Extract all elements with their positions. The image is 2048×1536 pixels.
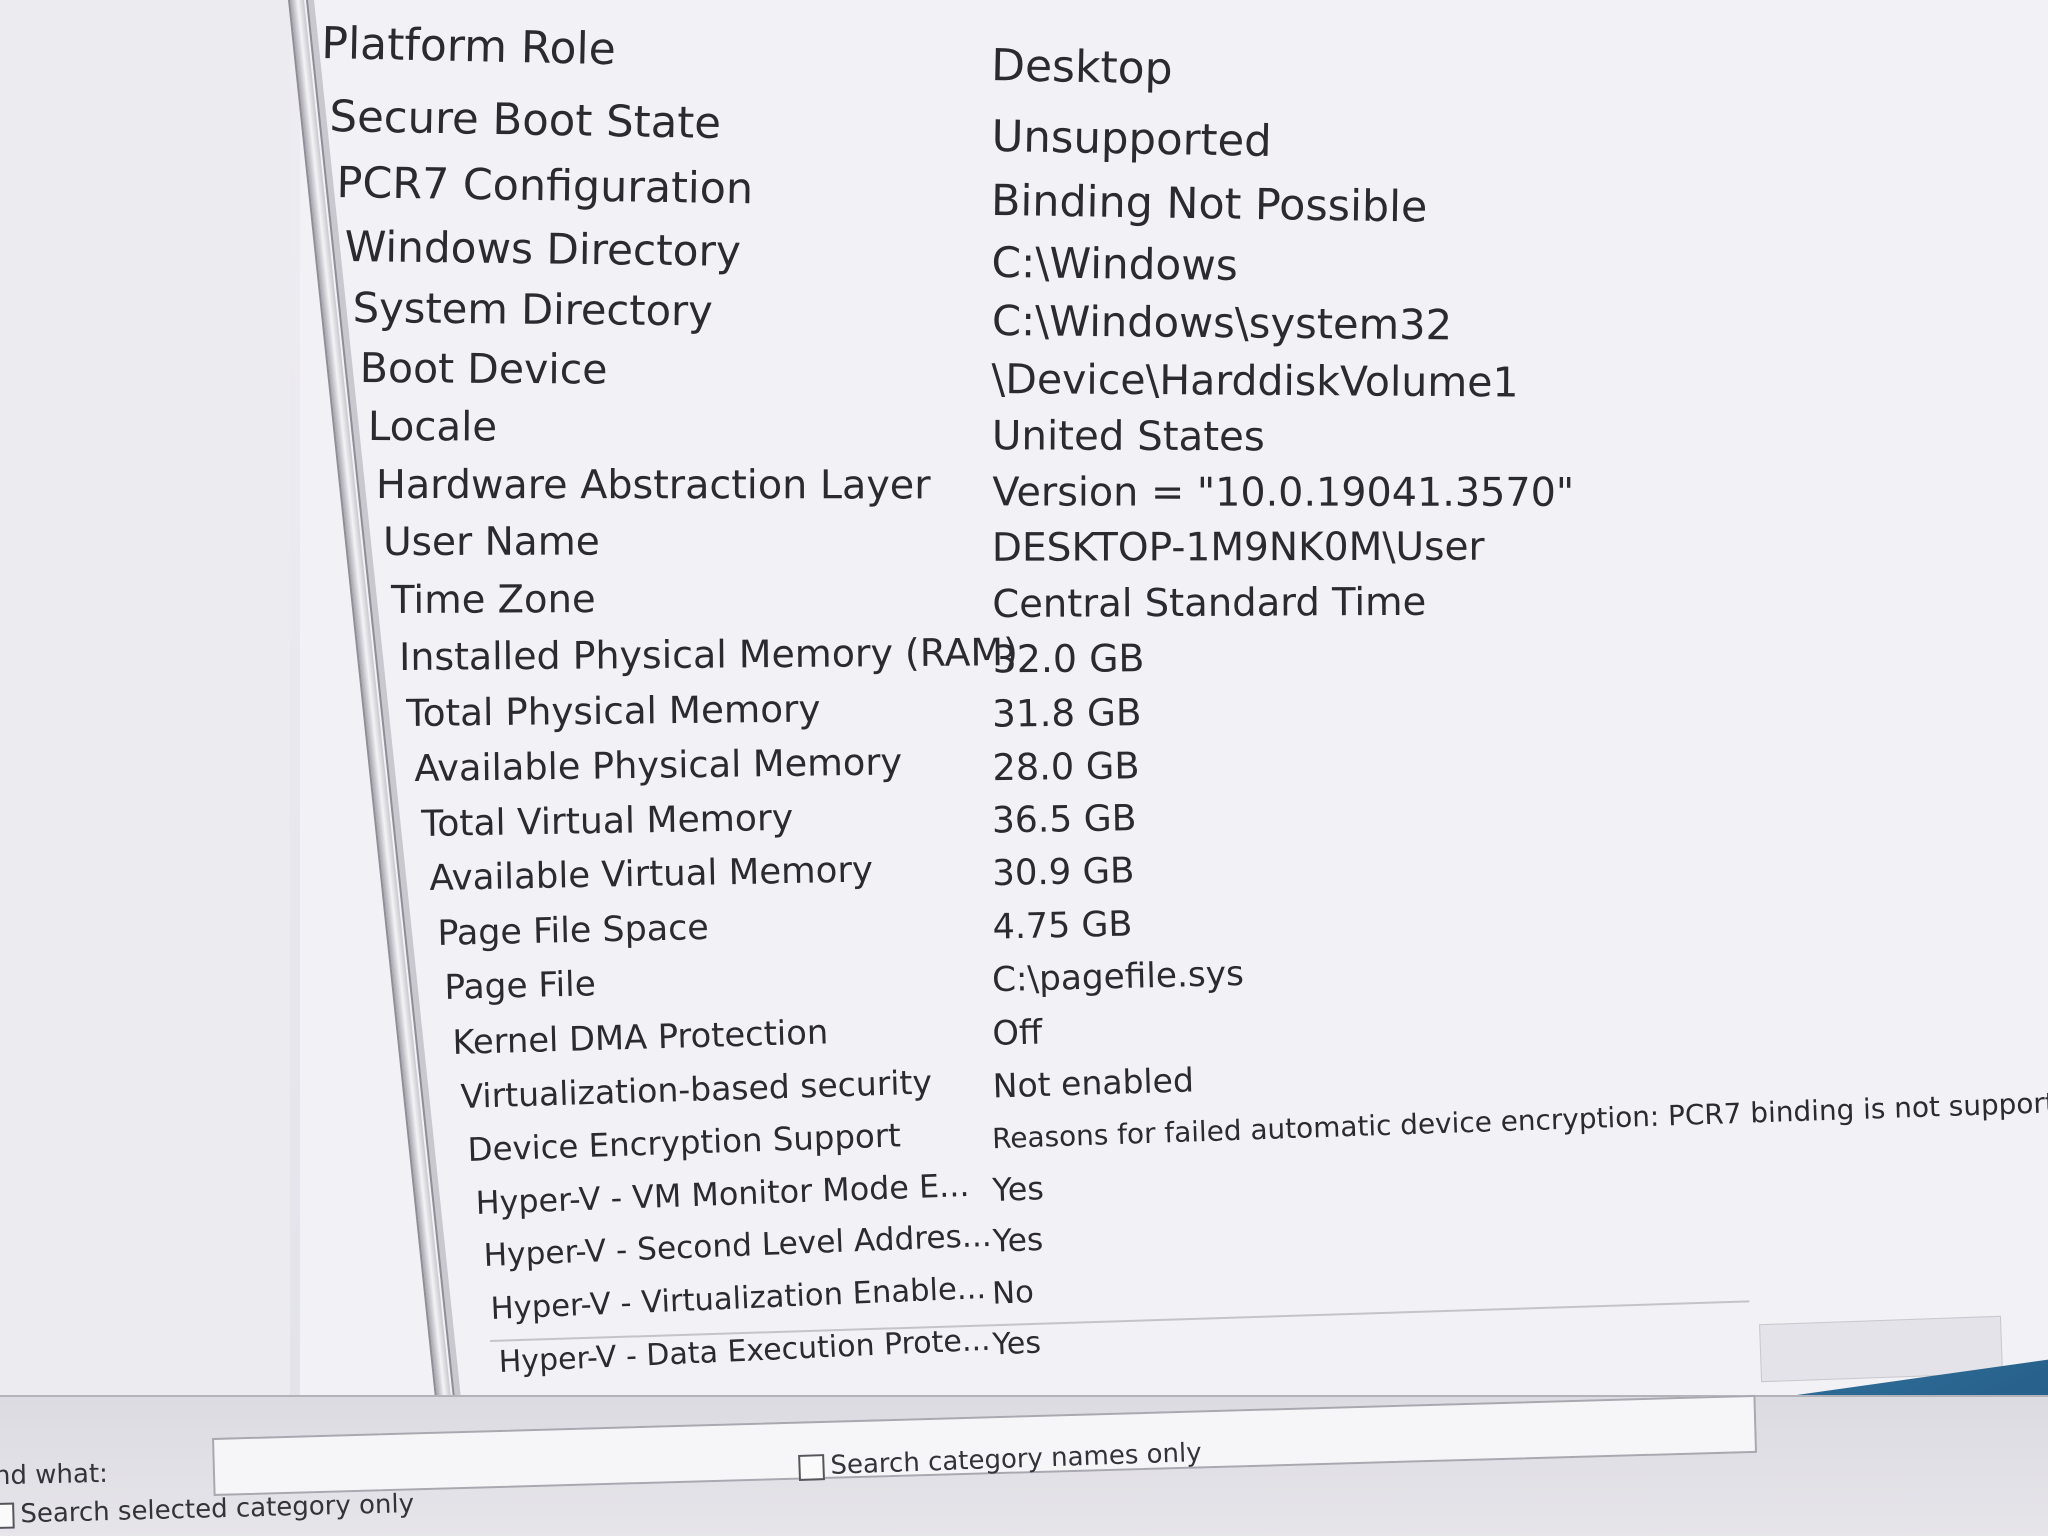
row-item-name: Hyper-V - Virtualization Enable... bbox=[490, 1270, 988, 1327]
row-item-value: Central Standard Time bbox=[992, 579, 1427, 627]
row-item-value: 4.75 GB bbox=[991, 904, 1133, 948]
row-item-value: Binding Not Possible bbox=[991, 175, 1428, 233]
row-item-name: Installed Physical Memory (RAM) bbox=[398, 629, 1018, 679]
row-item-name: System Directory bbox=[352, 283, 713, 336]
row-item-name: Hyper-V - VM Monitor Mode E... bbox=[475, 1166, 971, 1222]
row-item-name: Windows Directory bbox=[344, 221, 742, 276]
row-item-name: Page File Space bbox=[436, 907, 709, 954]
row-item-value: DESKTOP-1M9NK0M\User bbox=[991, 524, 1485, 572]
search-selected-category-only-checkbox[interactable] bbox=[0, 1502, 15, 1529]
row-item-value: Version = "10.0.19041.3570" bbox=[991, 469, 1574, 517]
row-item-name: Device Encryption Support bbox=[467, 1116, 902, 1170]
row-item-name: Available Physical Memory bbox=[413, 740, 903, 791]
row-item-value: C:\Windows\system32 bbox=[991, 296, 1452, 351]
row-item-value: Unsupported bbox=[990, 111, 1272, 167]
system-summary-list: Platform Role Desktop Secure Boot State Uns… bbox=[0, 0, 2048, 1420]
row-item-name: Secure Boot State bbox=[328, 92, 722, 150]
row-item-value: 31.8 GB bbox=[992, 689, 1142, 736]
row-item-value: Yes bbox=[991, 1221, 1044, 1260]
row-item-value: C:\Windows bbox=[991, 237, 1239, 290]
row-item-value: 36.5 GB bbox=[992, 797, 1138, 843]
row-item-name: Hyper-V - Second Level Addres... bbox=[482, 1218, 992, 1275]
row-item-name: Platform Role bbox=[320, 18, 617, 76]
row-item-value: Not enabled bbox=[991, 1060, 1195, 1106]
row-item-value: \Device\HarddiskVolume1 bbox=[991, 355, 1519, 407]
search-category-names-only-checkbox[interactable] bbox=[798, 1453, 825, 1481]
row-item-value: C:\pagefile.sys bbox=[991, 954, 1245, 1001]
row-item-name: Total Physical Memory bbox=[406, 686, 821, 736]
row-item-name: User Name bbox=[383, 519, 601, 566]
row-item-value: 30.9 GB bbox=[992, 851, 1135, 895]
row-item-value: Yes bbox=[991, 1169, 1045, 1209]
row-item-name: Hardware Abstraction Layer bbox=[375, 462, 931, 509]
row-item-name: Page File bbox=[444, 964, 597, 1009]
row-item-value: United States bbox=[991, 412, 1265, 461]
row-item-name: Virtualization-based security bbox=[459, 1062, 933, 1117]
row-item-name: Time Zone bbox=[390, 576, 596, 623]
row-item-value: Desktop bbox=[990, 39, 1174, 95]
find-what-label: nd what: bbox=[0, 1458, 109, 1492]
row-item-value: 32.0 GB bbox=[992, 635, 1145, 681]
row-item-value: 28.0 GB bbox=[992, 744, 1140, 790]
row-item-name: Total Virtual Memory bbox=[421, 796, 794, 846]
row-item-value: Off bbox=[991, 1012, 1043, 1053]
row-item-name: Available Virtual Memory bbox=[429, 849, 874, 900]
msinfo-window: Platform Role Desktop Secure Boot State Uns… bbox=[0, 0, 2048, 1536]
row-item-name: PCR7 Configuration bbox=[336, 158, 754, 215]
row-item-name: Boot Device bbox=[359, 343, 608, 394]
row-item-name: Locale bbox=[367, 403, 498, 451]
row-item-name: Kernel DMA Protection bbox=[452, 1012, 829, 1062]
row-item-value: No bbox=[991, 1274, 1035, 1312]
